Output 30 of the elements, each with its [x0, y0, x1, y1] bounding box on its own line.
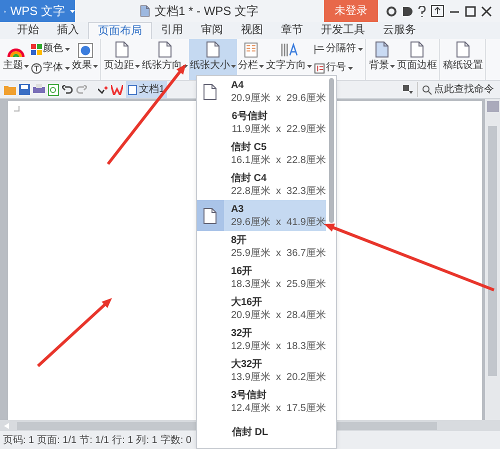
- paper-dimensions: 12.4厘米 x 17.5厘米: [230, 402, 326, 414]
- paper-name: 信封 C5: [230, 140, 268, 154]
- paper-name: 3号信封: [230, 388, 268, 402]
- paper-dimensions: 18.3厘米 x 25.9厘米: [230, 278, 326, 290]
- paper-name: 大16开: [230, 296, 264, 308]
- status-text: 列: 1: [136, 434, 158, 448]
- paper-dimensions: 25.9厘米 x 36.7厘米: [230, 246, 326, 260]
- status-text: 页码: 1: [3, 434, 34, 448]
- window-title: 文档1 * - WPS 文字: [154, 3, 258, 20]
- status-text: 页面: 1/1: [37, 434, 77, 448]
- paper-name: 16开: [230, 264, 254, 278]
- paper-dimensions: 12.9厘米 x 18.3厘米: [230, 340, 326, 352]
- paper-dimensions: 16.1厘米 x 22.8厘米: [230, 154, 326, 166]
- paper-dimensions: 11.9厘米 x 22.9厘米: [232, 122, 326, 136]
- paper-name: A4: [230, 78, 245, 92]
- paper-dimensions: 20.9厘米 x 29.6厘米: [230, 92, 326, 104]
- paper-name: 信封 C4: [230, 172, 268, 184]
- status-text: 行: 1: [112, 434, 134, 448]
- paper-dimensions: 13.9厘米 x 20.2厘米: [230, 370, 326, 384]
- status-text: 节: 1/1: [80, 434, 110, 448]
- paper-name: 信封 DL: [232, 426, 268, 439]
- paper-name: A3: [230, 202, 245, 216]
- paper-name: 6号信封: [232, 110, 268, 122]
- paper-dimensions: 20.9厘米 x 28.4厘米: [230, 308, 326, 322]
- paper-dimensions: 29.6厘米 x 41.9厘米: [230, 216, 326, 228]
- status-text: 字数: 0: [160, 434, 192, 448]
- paper-dimensions: 22.8厘米 x 32.3厘米: [230, 184, 326, 198]
- paper-name: 8开: [230, 234, 248, 246]
- paper-name: 大32开: [230, 358, 264, 370]
- paper-name: 32开: [230, 326, 254, 340]
